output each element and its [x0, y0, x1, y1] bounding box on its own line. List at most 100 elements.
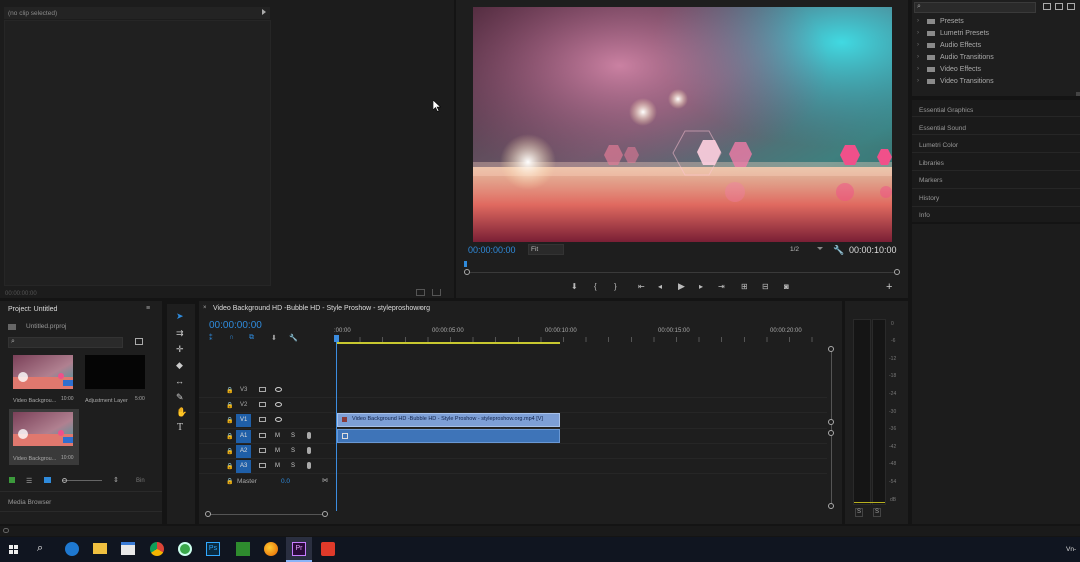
media-browser-tab[interactable]: Media Browser	[8, 499, 51, 506]
camera-icon[interactable]: ◙	[784, 282, 789, 291]
snap-icon[interactable]: ∩	[229, 334, 234, 341]
track-label[interactable]: A1	[240, 433, 247, 439]
go-to-in-icon[interactable]: ⇤	[638, 282, 645, 291]
microphone-icon[interactable]	[307, 432, 311, 439]
wrench-icon[interactable]: 🔧	[833, 245, 844, 256]
effects-item[interactable]: › Audio Effects	[917, 41, 1067, 53]
video-clip[interactable]: Video Background HD -Bubble HD - Style P…	[337, 413, 560, 427]
sync-lock-icon[interactable]	[259, 402, 266, 407]
panel-menu-icon[interactable]: ≡	[418, 305, 422, 312]
step-back-icon[interactable]: ◂	[658, 282, 662, 291]
lock-icon[interactable]: 🔒	[226, 387, 233, 394]
project-item[interactable]: Adjustment Layer 5:00	[81, 352, 149, 407]
sort-icon[interactable]: ⇕	[113, 476, 119, 484]
selection-tool-icon[interactable]: ➤	[176, 311, 184, 322]
effects-item[interactable]: › Audio Transitions	[917, 53, 1067, 65]
add-button-icon[interactable]: +	[886, 281, 892, 293]
timeline-title[interactable]: Video Background HD -Bubble HD - Style P…	[213, 305, 430, 312]
recorder-icon[interactable]	[321, 542, 335, 556]
file-explorer-icon[interactable]	[93, 543, 107, 554]
photoshop-icon[interactable]: Ps	[206, 542, 220, 556]
panel-menu-icon[interactable]: ≡	[146, 305, 150, 312]
icon-view-icon[interactable]	[44, 477, 51, 483]
lock-icon[interactable]: 🔒	[226, 463, 233, 470]
eye-icon[interactable]	[275, 402, 282, 407]
close-icon[interactable]: ×	[203, 305, 207, 311]
side-panel-item[interactable]: Essential Sound	[912, 118, 1080, 135]
side-panel-item[interactable]: Libraries	[912, 154, 1080, 171]
program-video-frame[interactable]	[473, 7, 892, 242]
timeline-timecode[interactable]: 00:00:00:00	[209, 320, 262, 331]
project-title[interactable]: Project: Untitled	[8, 306, 57, 313]
track-label[interactable]: V3	[240, 387, 247, 393]
project-item-selected[interactable]: Video Backgrou... 10:00	[9, 409, 79, 465]
effects-item[interactable]: › Video Transitions	[917, 77, 1067, 89]
razor-tool-icon[interactable]: ◆	[176, 360, 183, 371]
side-panel-item[interactable]: Info	[912, 208, 1080, 222]
solo-button[interactable]: S	[291, 463, 295, 469]
go-to-end-icon[interactable]: ⋈	[322, 477, 328, 484]
resolution-dropdown[interactable]: 1/2	[790, 246, 799, 253]
lock-icon[interactable]: 🔒	[226, 448, 233, 455]
lift-icon[interactable]: ⊞	[741, 282, 748, 291]
chrome-icon[interactable]	[150, 542, 164, 556]
sync-lock-icon[interactable]	[259, 433, 266, 438]
hand-tool-icon[interactable]: ✋	[176, 407, 187, 418]
mark-in-icon[interactable]: {	[594, 282, 597, 291]
hscroll-right-handle[interactable]	[322, 511, 328, 517]
audio-clip[interactable]	[337, 429, 560, 443]
effects-item[interactable]: › Video Effects	[917, 65, 1067, 77]
microphone-icon[interactable]	[307, 447, 311, 454]
add-marker-icon[interactable]: ⬇	[571, 282, 578, 291]
zoom-slider-handle[interactable]	[62, 478, 67, 483]
new-bin-icon[interactable]	[1043, 3, 1051, 10]
eye-icon[interactable]	[275, 417, 282, 422]
type-tool-icon[interactable]: T	[177, 422, 183, 433]
firefox-icon[interactable]	[264, 542, 278, 556]
effects-item[interactable]: › Lumetri Presets	[917, 29, 1067, 41]
track-label[interactable]: V1	[240, 417, 247, 423]
go-to-out-icon[interactable]: ⇥	[718, 282, 725, 291]
new-bin-icon[interactable]	[135, 338, 143, 345]
sync-lock-icon[interactable]	[259, 448, 266, 453]
master-volume-value[interactable]: 0.0	[281, 478, 290, 485]
presets-icon[interactable]	[1055, 3, 1063, 10]
share-icon[interactable]	[432, 289, 441, 296]
side-panel-item[interactable]: History	[912, 190, 1080, 207]
solo-button[interactable]: S	[291, 433, 295, 439]
linked-selection-icon[interactable]: ⧉	[249, 334, 254, 342]
camtasia-icon[interactable]	[236, 542, 250, 556]
sync-lock-icon[interactable]	[259, 417, 266, 422]
effects-scrollbar[interactable]	[1076, 92, 1080, 96]
export-frame-icon[interactable]	[416, 289, 425, 296]
sync-lock-icon[interactable]	[259, 387, 266, 392]
microphone-icon[interactable]	[307, 462, 311, 469]
wrench-icon[interactable]: 🔧	[289, 334, 298, 342]
lock-icon[interactable]: 🔒	[226, 417, 233, 424]
play-icon[interactable]: ▶	[678, 281, 685, 292]
track-select-tool-icon[interactable]: ⇉	[176, 328, 184, 339]
eye-icon[interactable]	[275, 387, 282, 392]
ripple-edit-tool-icon[interactable]: ✛	[176, 344, 184, 355]
project-item[interactable]: Video Backgrou... 10:00	[9, 352, 77, 407]
nest-icon[interactable]: ⁑	[209, 334, 213, 342]
premiere-pro-icon[interactable]: Pr	[292, 542, 306, 556]
scroll-handle-top[interactable]	[828, 346, 834, 352]
edge-browser-icon[interactable]	[65, 542, 79, 556]
track-lane[interactable]	[337, 383, 827, 398]
slip-tool-icon[interactable]: ↔	[175, 376, 184, 386]
project-search-input[interactable]	[8, 337, 123, 348]
bin-label[interactable]: Bin	[136, 478, 145, 484]
scroll-handle-bottom[interactable]	[828, 503, 834, 509]
mute-button[interactable]: M	[275, 448, 280, 454]
side-panel-item[interactable]: Markers	[912, 172, 1080, 189]
yuv-icon[interactable]	[1067, 3, 1075, 10]
lock-icon[interactable]: 🔒	[226, 402, 233, 409]
timeline-horizontal-scrollbar[interactable]	[209, 514, 326, 515]
list-view-icon[interactable]: ☰	[26, 477, 32, 485]
timeline-vertical-scrollbar[interactable]	[831, 349, 832, 509]
scrub-start-handle[interactable]	[464, 269, 470, 275]
scrub-end-handle[interactable]	[894, 269, 900, 275]
zoom-slider[interactable]	[62, 480, 102, 481]
solo-right-button[interactable]: S	[873, 508, 881, 517]
